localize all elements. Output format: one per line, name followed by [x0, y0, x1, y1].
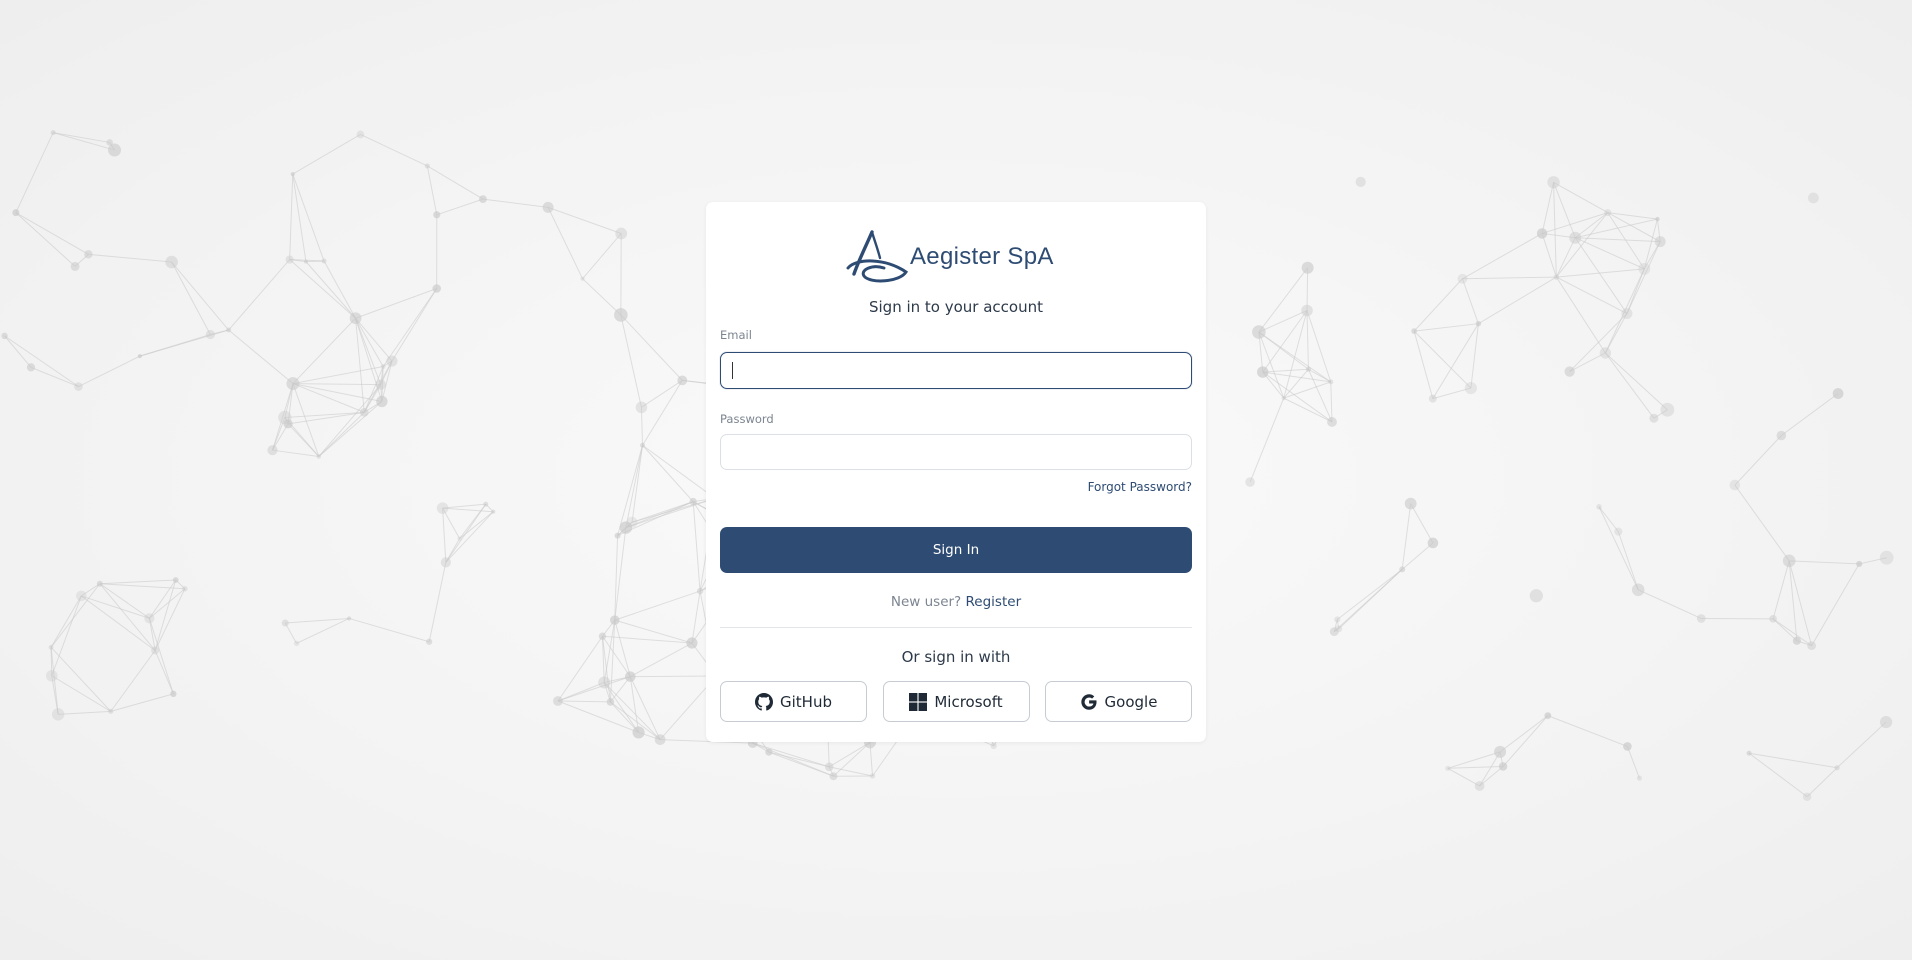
- brand-name: Aegister SpA: [910, 243, 1054, 270]
- microsoft-icon: [909, 692, 928, 711]
- login-card: Aegister SpA Sign in to your account Ema…: [706, 202, 1206, 742]
- email-field[interactable]: [720, 352, 1192, 389]
- github-icon: [755, 692, 773, 711]
- google-button[interactable]: Google: [1045, 681, 1192, 722]
- password-field[interactable]: [720, 434, 1192, 470]
- email-label: Email: [720, 328, 752, 342]
- register-link[interactable]: Register: [966, 594, 1022, 610]
- microsoft-label: Microsoft: [934, 692, 1003, 711]
- google-icon: [1080, 693, 1097, 710]
- github-label: GitHub: [780, 692, 832, 711]
- text-caret: [732, 362, 733, 379]
- google-label: Google: [1104, 692, 1158, 711]
- aegister-logo-icon: [846, 230, 909, 283]
- divider: [720, 627, 1192, 628]
- microsoft-button[interactable]: Microsoft: [882, 681, 1030, 722]
- page-title: Sign in to your account: [868, 298, 1043, 316]
- brand-logo: Aegister SpA: [842, 228, 1072, 284]
- or-sign-in-with: Or sign in with: [901, 648, 1011, 666]
- sign-in-button[interactable]: Sign In: [720, 527, 1192, 573]
- password-label: Password: [720, 412, 774, 426]
- register-row: New user? Register: [706, 594, 1206, 610]
- forgot-password-link[interactable]: Forgot Password?: [1088, 480, 1192, 494]
- social-login-row: GitHub Microsoft Google: [720, 681, 1192, 722]
- new-user-text: New user?: [890, 594, 962, 610]
- github-button[interactable]: GitHub: [720, 681, 867, 722]
